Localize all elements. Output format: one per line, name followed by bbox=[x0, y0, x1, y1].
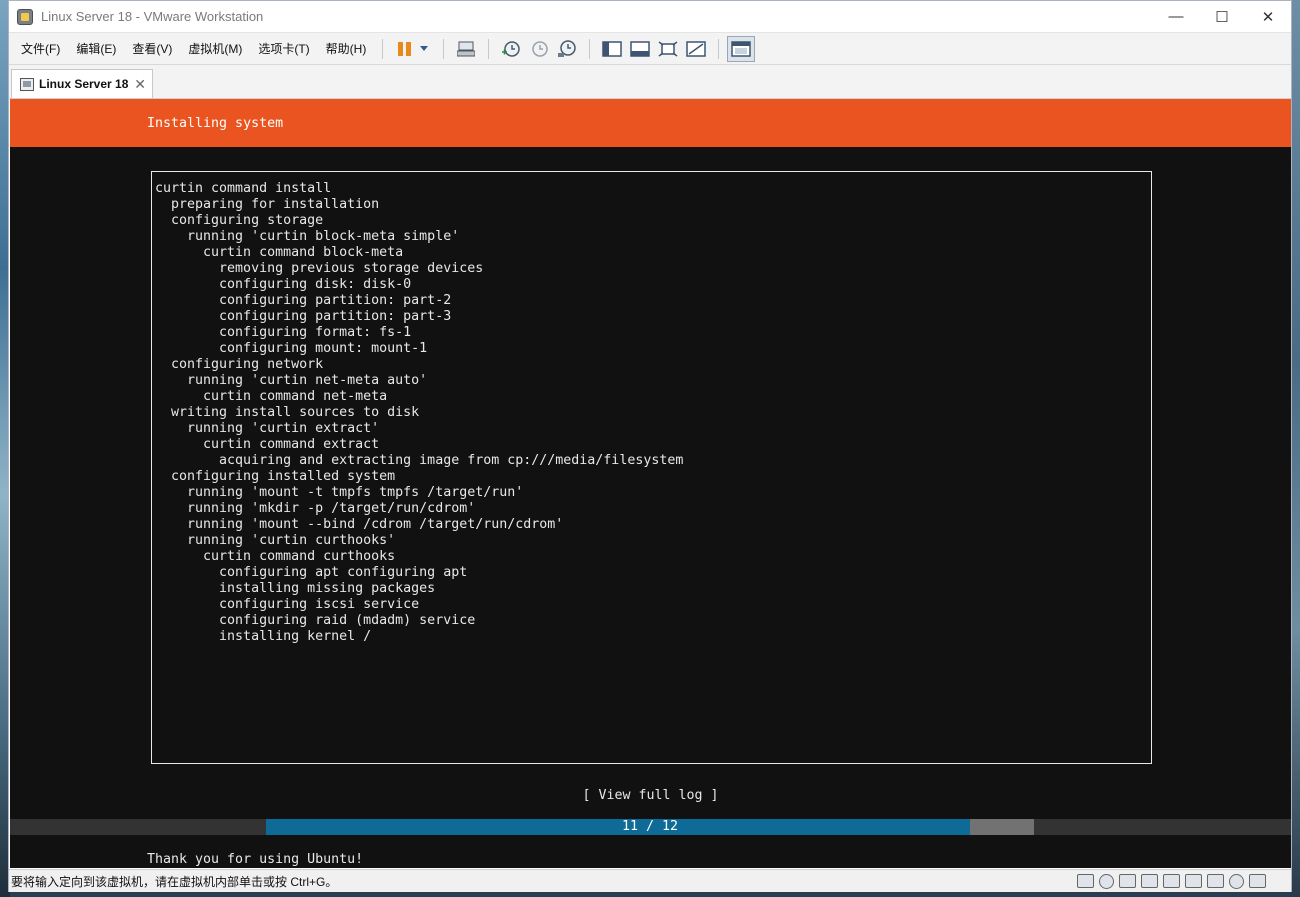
snapshot-manager-button[interactable] bbox=[553, 36, 581, 62]
installer-header: Installing system bbox=[10, 99, 1291, 147]
toolbar-separator bbox=[382, 38, 384, 59]
menu-tabs[interactable]: 选项卡(T) bbox=[250, 37, 317, 61]
fullscreen-icon bbox=[658, 40, 678, 57]
menu-file[interactable]: 文件(F) bbox=[13, 37, 68, 61]
log-line: configuring network bbox=[155, 357, 324, 372]
log-line: configuring partition: part-3 bbox=[155, 309, 452, 324]
log-line: curtin command curthooks bbox=[155, 549, 396, 564]
maximize-button[interactable]: ☐ bbox=[1199, 1, 1245, 32]
log-line: installing missing packages bbox=[155, 581, 436, 596]
log-line: configuring partition: part-2 bbox=[155, 293, 452, 308]
vmware-app-icon[interactable] bbox=[17, 8, 33, 25]
log-line: running 'mount -t tmpfs tmpfs /target/ru… bbox=[155, 485, 524, 500]
log-line: configuring storage bbox=[155, 213, 324, 228]
log-line: running 'curtin net-meta auto' bbox=[155, 373, 428, 388]
log-line: running 'mkdir -p /target/run/cdrom' bbox=[155, 501, 476, 516]
bluetooth-icon[interactable] bbox=[1229, 873, 1244, 889]
toolbar-separator bbox=[443, 38, 445, 59]
log-line: running 'curtin block-meta simple' bbox=[155, 229, 460, 244]
console-view-icon bbox=[731, 40, 752, 57]
view-full-log-button[interactable]: [ View full log ] bbox=[582, 788, 718, 803]
send-ctrl-alt-del-button[interactable] bbox=[452, 36, 480, 62]
toolbar-separator bbox=[488, 38, 490, 59]
menu-vm[interactable]: 虚拟机(M) bbox=[180, 37, 250, 61]
log-line: configuring apt configuring apt bbox=[155, 565, 468, 580]
window-title: Linux Server 18 - VMware Workstation bbox=[41, 9, 264, 24]
pause-icon bbox=[398, 41, 404, 56]
menu-help[interactable]: 帮助(H) bbox=[318, 37, 375, 61]
pause-icon-bar bbox=[406, 41, 412, 56]
hard-disk-icon[interactable] bbox=[1077, 874, 1094, 888]
log-line: curtin command install bbox=[155, 181, 332, 196]
resize-grip-icon bbox=[1271, 874, 1283, 888]
printer-icon[interactable] bbox=[1185, 874, 1202, 888]
unity-icon bbox=[686, 40, 707, 57]
revert-snapshot-button[interactable] bbox=[525, 36, 553, 62]
snapshot-icon bbox=[502, 40, 521, 57]
toolbar-separator bbox=[589, 38, 591, 59]
log-line: curtin command extract bbox=[155, 437, 380, 452]
device-icons bbox=[1077, 873, 1291, 889]
snapshot-manager-icon bbox=[558, 39, 577, 57]
status-message: 要将输入定向到该虚拟机，请在虚拟机内部单击或按 Ctrl+G。 bbox=[11, 874, 338, 889]
thumbnail-icon bbox=[630, 40, 651, 57]
tab-label: Linux Server 18 bbox=[39, 77, 129, 91]
progress-text: 11 / 12 bbox=[621, 819, 679, 834]
chevron-down-icon[interactable] bbox=[420, 46, 429, 51]
log-line: preparing for installation bbox=[155, 197, 380, 212]
install-log-box: curtin command install preparing for ins… bbox=[151, 171, 1152, 764]
vm-console[interactable]: Installing system curtin command install… bbox=[10, 99, 1291, 868]
vmware-window: Linux Server 18 - VMware Workstation — ☐… bbox=[8, 0, 1292, 892]
log-line: writing install sources to disk bbox=[155, 405, 420, 420]
cd-icon[interactable] bbox=[1099, 873, 1114, 889]
thanks-message: Thank you for using Ubuntu! bbox=[147, 852, 364, 867]
log-line: configuring disk: disk-0 bbox=[155, 277, 412, 292]
log-line: configuring raid (mdadm) service bbox=[155, 613, 476, 628]
send-ctrl-alt-del-icon bbox=[457, 41, 476, 56]
tab-close-icon[interactable]: ✕ bbox=[134, 76, 146, 93]
installer-header-title: Installing system bbox=[147, 115, 284, 131]
log-line: running 'mount --bind /cdrom /target/run… bbox=[155, 517, 564, 532]
log-line: acquiring and extracting image from cp:/… bbox=[155, 453, 684, 468]
log-line: curtin command net-meta bbox=[155, 389, 388, 404]
log-line: configuring installed system bbox=[155, 469, 396, 484]
view-log-row: [ View full log ] bbox=[10, 788, 1291, 804]
pause-button[interactable] bbox=[391, 36, 435, 62]
tab-linux-server-18[interactable]: Linux Server 18 ✕ bbox=[11, 69, 153, 98]
sound-icon[interactable] bbox=[1163, 874, 1180, 888]
show-library-icon bbox=[602, 40, 623, 57]
log-line: configuring mount: mount-1 bbox=[155, 341, 428, 356]
log-line: removing previous storage devices bbox=[155, 261, 484, 276]
usb-icon[interactable] bbox=[1141, 874, 1158, 888]
take-snapshot-button[interactable] bbox=[497, 36, 525, 62]
log-line: configuring iscsi service bbox=[155, 597, 420, 612]
vm-tab-icon bbox=[20, 77, 34, 91]
menu-toolbar: 文件(F) 编辑(E) 查看(V) 虚拟机(M) 选项卡(T) 帮助(H) bbox=[9, 32, 1291, 65]
unity-button[interactable] bbox=[682, 36, 710, 62]
log-line: running 'curtin extract' bbox=[155, 421, 380, 436]
minimize-button[interactable]: — bbox=[1153, 1, 1199, 32]
console-view-button[interactable] bbox=[727, 35, 756, 62]
fullscreen-button[interactable] bbox=[654, 36, 682, 62]
vm-tab-strip: Linux Server 18 ✕ bbox=[9, 65, 1291, 99]
toolbar-separator bbox=[718, 38, 720, 59]
log-line: running 'curtin curthooks' bbox=[155, 533, 396, 548]
log-line: configuring format: fs-1 bbox=[155, 325, 412, 340]
progress-row: 11 / 12 bbox=[10, 819, 1291, 835]
status-bar: 要将输入定向到该虚拟机，请在虚拟机内部单击或按 Ctrl+G。 bbox=[9, 869, 1291, 892]
title-bar[interactable]: Linux Server 18 - VMware Workstation — ☐… bbox=[9, 1, 1291, 32]
thumbnail-bar-button[interactable] bbox=[626, 36, 654, 62]
log-line: curtin command block-meta bbox=[155, 245, 404, 260]
log-line: installing kernel / bbox=[155, 629, 372, 644]
progress-bar: 11 / 12 bbox=[266, 819, 1034, 835]
show-library-button[interactable] bbox=[598, 36, 626, 62]
menu-edit[interactable]: 编辑(E) bbox=[68, 37, 124, 61]
display-icon[interactable] bbox=[1207, 874, 1224, 888]
revert-snapshot-icon bbox=[532, 40, 549, 57]
menu-view[interactable]: 查看(V) bbox=[124, 37, 180, 61]
message-icon[interactable] bbox=[1249, 874, 1266, 888]
network-icon[interactable] bbox=[1119, 874, 1136, 888]
close-button[interactable]: ✕ bbox=[1245, 1, 1291, 32]
